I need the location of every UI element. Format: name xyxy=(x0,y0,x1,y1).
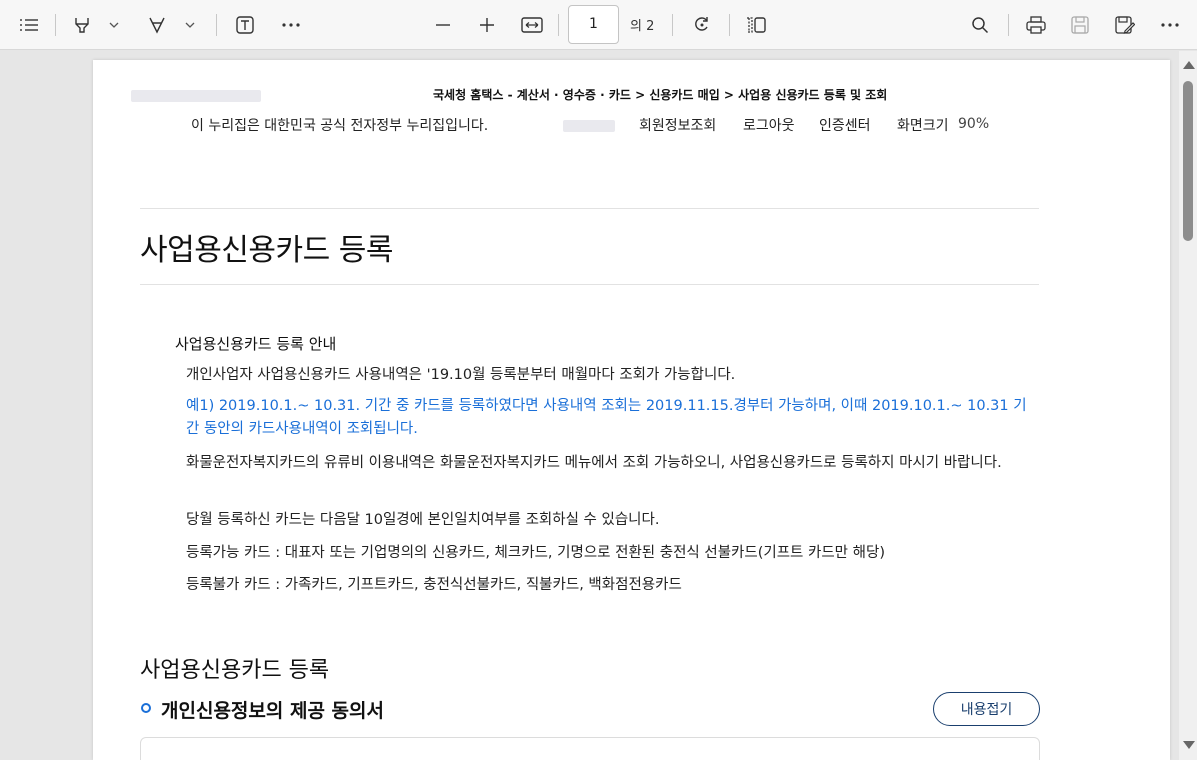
breadcrumb: 국세청 홈택스 - 계산서 · 영수증 · 카드 > 신용카드 매입 > 사업용… xyxy=(433,88,888,102)
page-total-label: 의 2 xyxy=(630,19,655,34)
guide-paragraph: 개인사업자 사업용신용카드 사용내역은 '19.10월 등록분부터 매월마다 조… xyxy=(186,367,736,383)
gov-notice: 이 누리집은 대한민국 공식 전자정부 누리집입니다. xyxy=(191,118,489,134)
toolbar-separator xyxy=(558,14,559,36)
bullet-circle-icon xyxy=(141,703,151,713)
page-number-input[interactable]: 1 xyxy=(568,5,619,44)
collapse-button[interactable]: 내용접기 xyxy=(933,692,1040,726)
redacted-username xyxy=(563,120,615,132)
rotate-icon[interactable] xyxy=(690,10,714,40)
draw-icon[interactable] xyxy=(145,10,169,40)
contents-list-icon[interactable] xyxy=(15,10,43,40)
logout-link[interactable]: 로그아웃 xyxy=(743,115,795,135)
scroll-down-arrow-icon[interactable] xyxy=(1183,741,1195,749)
search-icon[interactable] xyxy=(968,10,992,40)
toolbar-separator xyxy=(729,14,730,36)
toolbar-separator xyxy=(1008,14,1009,36)
more-horizontal-icon[interactable] xyxy=(279,10,303,40)
pdf-toolbar: 1 의 2 xyxy=(0,0,1197,50)
scroll-up-arrow-icon[interactable] xyxy=(1183,61,1195,69)
guide-example: 예1) 2019.10.1.~ 10.31. 기간 중 카드를 등록하였다면 사… xyxy=(186,398,1027,437)
guide-paragraph: 등록불가 카드 : 가족카드, 기프트카드, 충전식선불카드, 직불카드, 백화… xyxy=(186,577,682,593)
highlighter-icon[interactable] xyxy=(70,10,94,40)
section-title: 사업용신용카드 등록 xyxy=(140,658,330,683)
divider xyxy=(140,284,1039,285)
zoom-value: 90% xyxy=(958,116,990,132)
guide-title: 사업용신용카드 등록 안내 xyxy=(175,335,337,353)
scrollbar-thumb[interactable] xyxy=(1183,81,1193,241)
pdf-page: 국세청 홈택스 - 계산서 · 영수증 · 카드 > 신용카드 매입 > 사업용… xyxy=(93,60,1170,760)
screen-size-link[interactable]: 화면크기 xyxy=(897,115,949,135)
consent-box xyxy=(140,737,1040,760)
toolbar-separator xyxy=(672,14,673,36)
redacted-text xyxy=(131,90,261,102)
vertical-scrollbar[interactable] xyxy=(1179,51,1197,760)
chevron-down-icon[interactable] xyxy=(106,10,122,40)
zoom-in-icon[interactable] xyxy=(476,10,498,40)
fit-width-icon[interactable] xyxy=(520,10,544,40)
divider xyxy=(140,208,1039,209)
save-icon[interactable] xyxy=(1068,10,1092,40)
guide-paragraph: 화물운전자복지카드의 유류비 이용내역은 화물운전자복지카드 메뉴에서 조회 가… xyxy=(186,455,1002,471)
subsection-title: 개인신용정보의 제공 동의서 xyxy=(161,700,384,722)
guide-paragraph: 당월 등록하신 카드는 다음달 10일경에 본인일치여부를 조회하실 수 있습니… xyxy=(186,512,660,528)
two-page-view-icon[interactable] xyxy=(744,10,768,40)
toolbar-separator xyxy=(216,14,217,36)
more-options-icon[interactable] xyxy=(1158,10,1182,40)
print-icon[interactable] xyxy=(1024,10,1048,40)
member-info-link[interactable]: 회원정보조회 xyxy=(639,115,716,135)
zoom-out-icon[interactable] xyxy=(432,10,454,40)
chevron-down-icon[interactable] xyxy=(182,10,198,40)
certificate-center-link[interactable]: 인증센터 xyxy=(819,115,871,135)
toolbar-separator xyxy=(55,14,56,36)
guide-paragraph: 등록가능 카드 : 대표자 또는 기업명의의 신용카드, 체크카드, 기명으로 … xyxy=(186,545,885,561)
add-text-icon[interactable] xyxy=(233,10,257,40)
page-title: 사업용신용카드 등록 xyxy=(140,233,393,268)
save-as-icon[interactable] xyxy=(1113,10,1137,40)
